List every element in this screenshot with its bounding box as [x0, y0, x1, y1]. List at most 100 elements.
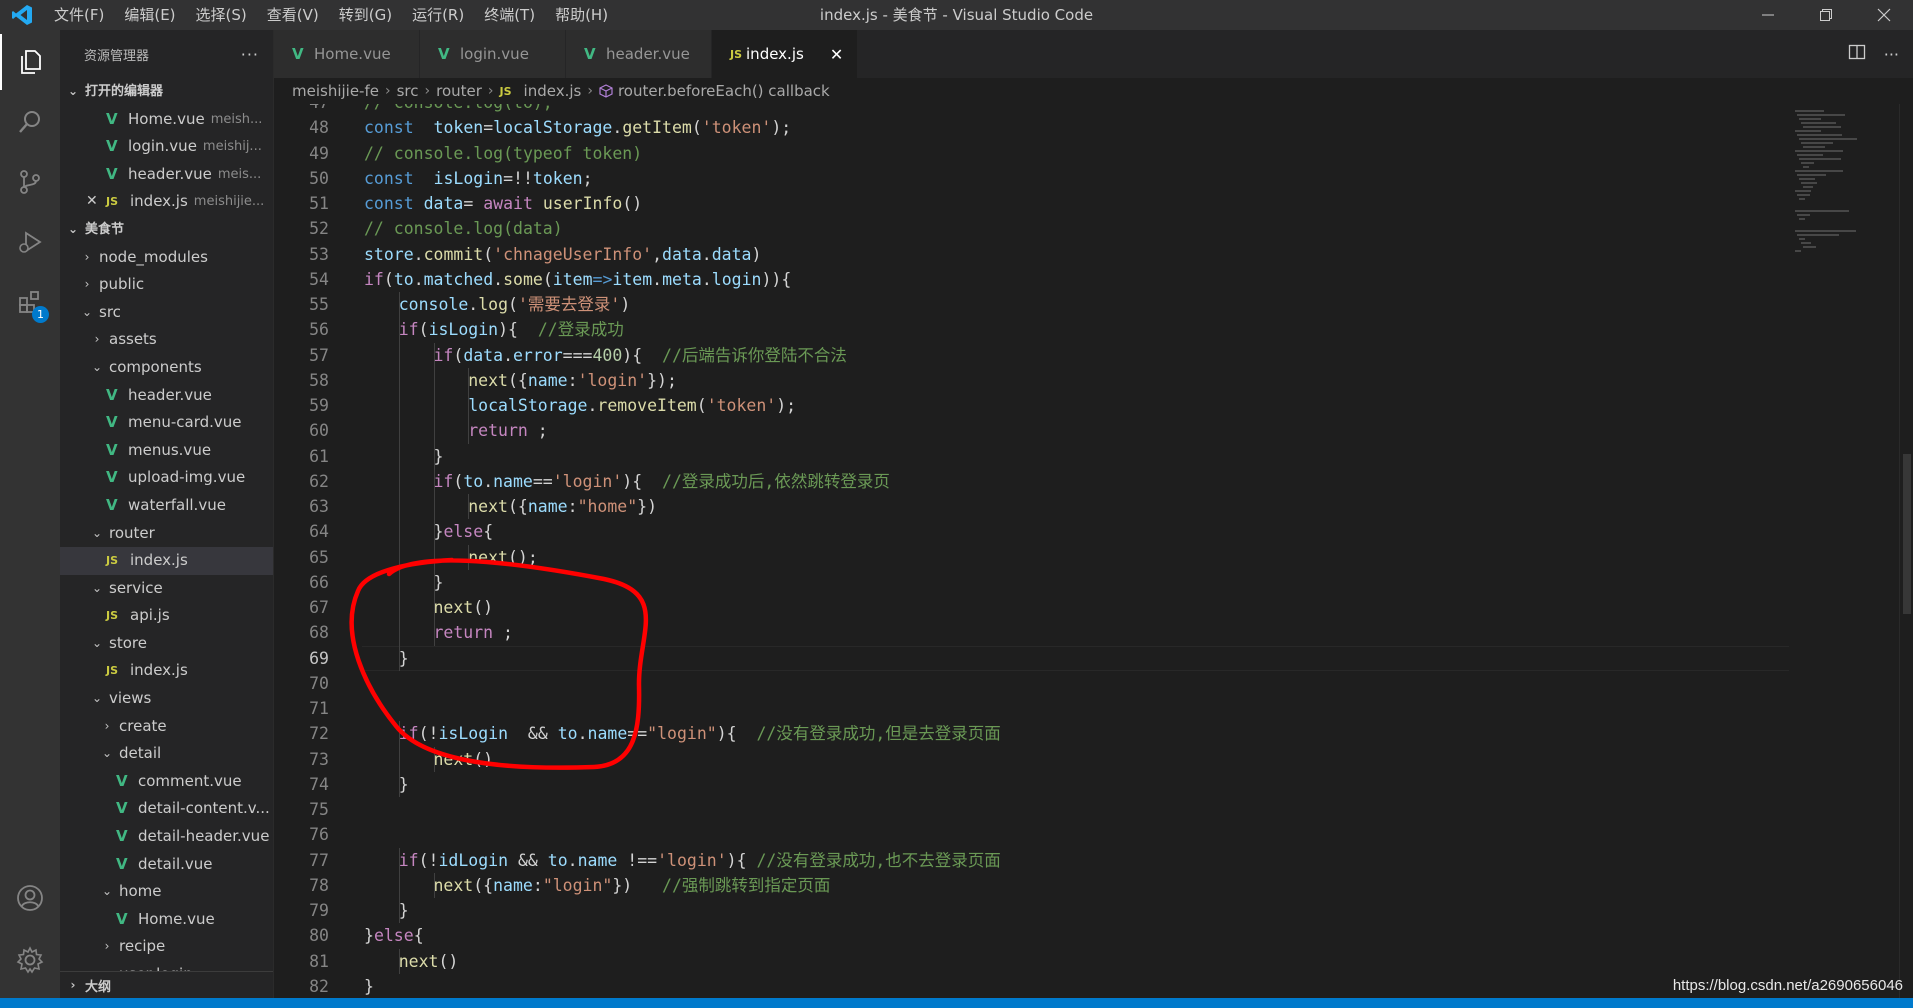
- code-text: // console.log(to);: [364, 104, 553, 115]
- more-actions-icon[interactable]: ···: [1884, 45, 1899, 64]
- minimap[interactable]: [1789, 104, 1899, 998]
- tab-home-vue[interactable]: V Home.vue: [274, 30, 420, 78]
- code-token: data: [463, 345, 504, 365]
- folder-item[interactable]: ⌄ views: [60, 685, 273, 713]
- file-item[interactable]: Vwaterfall.vue: [60, 492, 273, 520]
- code-token: {: [483, 522, 494, 542]
- code-text: if(to.matched.some(item=>item.meta.login…: [364, 267, 791, 292]
- restore-icon[interactable]: [1797, 0, 1855, 30]
- code-token: .: [493, 269, 504, 289]
- folder-item[interactable]: ⌄ home: [60, 878, 273, 906]
- file-item[interactable]: Vmenu-card.vue: [60, 409, 273, 437]
- menu-item[interactable]: 帮助(H): [545, 0, 618, 30]
- explorer-icon[interactable]: [0, 34, 60, 90]
- code-token: "home": [577, 497, 638, 516]
- file-item[interactable]: JS index.js: [60, 547, 273, 575]
- more-actions-icon[interactable]: ···: [241, 45, 259, 64]
- open-editor-item[interactable]: Vheader.vue meis...: [60, 161, 273, 189]
- file-item[interactable]: Vdetail.vue: [60, 851, 273, 879]
- line-number: 73: [309, 749, 329, 769]
- code-line: 68 return ;: [274, 620, 1789, 645]
- workspace-section[interactable]: ⌄ 美食节: [60, 216, 273, 244]
- outline-section[interactable]: › 大纲: [60, 971, 273, 998]
- file-item[interactable]: Vcomment.vue: [60, 768, 273, 796]
- file-item[interactable]: Vmenus.vue: [60, 437, 273, 465]
- menu-item[interactable]: 文件(F): [44, 0, 114, 30]
- open-editor-item[interactable]: ✕ JS index.js meishijie...: [60, 188, 273, 216]
- manage-gear-icon[interactable]: [0, 932, 60, 988]
- source-control-icon[interactable]: [0, 154, 60, 210]
- open-editor-item[interactable]: V Home.vue meish...: [60, 106, 273, 134]
- folder-item[interactable]: › recipe: [60, 933, 273, 961]
- menu-item[interactable]: 编辑(E): [114, 0, 185, 30]
- menu-item[interactable]: 转到(G): [329, 0, 402, 30]
- folder-item[interactable]: ⌄ components: [60, 354, 273, 382]
- search-icon[interactable]: [0, 94, 60, 150]
- tab-login-vue[interactable]: Vlogin.vue: [420, 30, 566, 78]
- accounts-icon[interactable]: [0, 870, 60, 926]
- folder-item[interactable]: › assets: [60, 326, 273, 354]
- code-line: 71: [274, 696, 1789, 721]
- code-token: }): [637, 497, 658, 516]
- menu-item[interactable]: 运行(R): [402, 0, 474, 30]
- file-item[interactable]: Vupload-img.vue: [60, 464, 273, 492]
- file-name: node_modules: [99, 247, 208, 266]
- breadcrumb-item[interactable]: src: [397, 82, 419, 100]
- run-debug-icon[interactable]: [0, 214, 60, 270]
- open-editor-item[interactable]: Vlogin.vue meishij...: [60, 133, 273, 161]
- folder-item[interactable]: ⌄ service: [60, 575, 273, 603]
- js-file-icon: JS: [106, 664, 119, 678]
- close-icon[interactable]: ✕: [86, 188, 106, 216]
- js-file-icon: JS: [730, 47, 743, 61]
- file-item[interactable]: JS index.js: [60, 657, 273, 685]
- file-item[interactable]: Vdetail-header.vue: [60, 823, 273, 851]
- menu-item[interactable]: 选择(S): [186, 0, 257, 30]
- vue-file-icon: V: [116, 771, 128, 790]
- folder-item[interactable]: › node_modules: [60, 244, 273, 272]
- menu-item[interactable]: 终端(T): [474, 0, 545, 30]
- code-token: );: [776, 396, 797, 415]
- folder-item[interactable]: › create: [60, 713, 273, 741]
- code-token: 'login': [657, 850, 727, 870]
- code-line: 64}else{: [274, 519, 1789, 544]
- close-window-icon[interactable]: [1855, 0, 1913, 30]
- breadcrumb-item[interactable]: index.js: [524, 82, 582, 100]
- scrollbar-thumb[interactable]: [1903, 454, 1911, 614]
- split-editor-icon[interactable]: [1848, 43, 1866, 65]
- workspace-label: 美食节: [85, 221, 125, 237]
- close-icon[interactable]: ✕: [830, 45, 843, 64]
- breadcrumb-item[interactable]: router: [436, 82, 482, 100]
- vertical-scrollbar[interactable]: [1899, 104, 1913, 998]
- code-editor[interactable]: 47// console.log(to);48const token=local…: [274, 104, 1789, 998]
- tab-header-vue[interactable]: Vheader.vue: [566, 30, 712, 78]
- code-token: ===: [562, 345, 593, 365]
- chevron-down-icon: ⌄: [91, 359, 103, 374]
- line-number: 50: [309, 168, 329, 188]
- tab-index-js[interactable]: JS index.js ✕: [712, 30, 858, 78]
- code-token: if: [398, 850, 419, 870]
- file-name: detail.vue: [138, 854, 213, 873]
- folder-item[interactable]: ⌄ detail: [60, 740, 273, 768]
- folder-item[interactable]: › public: [60, 271, 273, 299]
- folder-item[interactable]: ⌄ store: [60, 630, 273, 658]
- file-item[interactable]: JS api.js: [60, 602, 273, 630]
- code-token: ==: [532, 471, 553, 491]
- breadcrumb-item[interactable]: meishijie-fe: [292, 82, 379, 100]
- minimap-line: [1801, 162, 1814, 164]
- breadcrumb-item[interactable]: router.beforeEach() callback: [618, 82, 830, 100]
- extensions-icon[interactable]: 1: [0, 274, 60, 330]
- open-editors-section[interactable]: ⌄ 打开的编辑器: [60, 78, 273, 106]
- minimap-line: [1795, 130, 1821, 132]
- folder-item[interactable]: ⌄ router: [60, 520, 273, 548]
- minimize-icon[interactable]: [1739, 0, 1797, 30]
- code-token: token: [532, 168, 583, 188]
- code-token: // console.log(to);: [364, 104, 553, 112]
- code-token: some: [503, 269, 543, 289]
- file-item[interactable]: Vdetail-content.v...: [60, 795, 273, 823]
- folder-item[interactable]: ⌄ src: [60, 299, 273, 327]
- editor-tabs: V Home.vue Vlogin.vue Vheader.vue JS index.js…: [274, 30, 1913, 78]
- menu-item[interactable]: 查看(V): [257, 0, 329, 30]
- file-item[interactable]: V Home.vue: [60, 906, 273, 934]
- file-item[interactable]: Vheader.vue: [60, 382, 273, 410]
